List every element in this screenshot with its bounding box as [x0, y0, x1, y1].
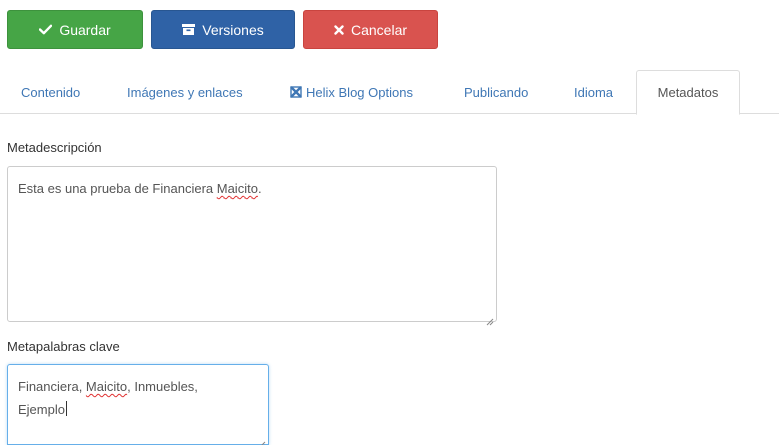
cancel-button[interactable]: Cancelar [303, 10, 438, 49]
metakeywords-line-1: Financiera, Maicito, Inmuebles, [18, 375, 258, 398]
tab-publicando[interactable]: Publicando [464, 70, 528, 114]
metadescription-label: Metadescripción [7, 140, 102, 155]
misspelled-word: Maicito [85, 379, 128, 394]
cancel-button-label: Cancelar [350, 21, 408, 38]
misspelled-word: Maicito [216, 181, 258, 196]
tab-label: Metadatos [657, 85, 719, 100]
tab-label: Helix Blog Options [306, 84, 413, 100]
tab-bar: Contenido Imágenes y enlaces Helix Blog … [0, 70, 779, 115]
archive-icon [182, 24, 196, 35]
tab-contenido[interactable]: Contenido [21, 70, 80, 114]
tab-helix-blog-options[interactable]: Helix Blog Options [290, 70, 413, 114]
tab-label: Contenido [21, 84, 81, 100]
tab-label: Publicando [464, 84, 529, 100]
helix-icon [290, 86, 302, 98]
metakeywords-text: Ejemplo [18, 402, 65, 417]
tab-label: Idioma [574, 84, 614, 100]
tab-idioma[interactable]: Idioma [574, 70, 613, 114]
text-caret [65, 401, 67, 416]
versions-button[interactable]: Versiones [151, 10, 295, 49]
resize-grip-icon[interactable] [485, 310, 494, 326]
close-icon [334, 24, 344, 35]
metakeywords-text: Financiera, [18, 379, 86, 394]
metadescription-text: Esta es una prueba de Financiera [18, 181, 217, 196]
tab-metadatos[interactable]: Metadatos [636, 70, 740, 115]
metakeywords-text: , Inmuebles, [127, 379, 198, 394]
metadescription-textarea[interactable]: Esta es una prueba de Financiera Maicito… [7, 166, 497, 326]
versions-button-label: Versiones [202, 21, 264, 38]
toolbar: Guardar Versiones Cancelar [7, 10, 438, 49]
check-icon [39, 24, 53, 35]
metakeywords-line-2: Ejemplo [18, 398, 258, 421]
tab-label: Imágenes y enlaces [127, 84, 243, 100]
metakeywords-textarea[interactable]: Financiera, Maicito, Inmuebles, Ejemplo [7, 364, 269, 445]
metadescription-text-end: . [257, 181, 262, 196]
save-button[interactable]: Guardar [7, 10, 143, 49]
tab-imagenes-enlaces[interactable]: Imágenes y enlaces [127, 70, 243, 114]
save-button-label: Guardar [59, 21, 111, 38]
resize-grip-icon[interactable] [257, 433, 266, 445]
metakeywords-label: Metapalabras clave [7, 339, 120, 354]
